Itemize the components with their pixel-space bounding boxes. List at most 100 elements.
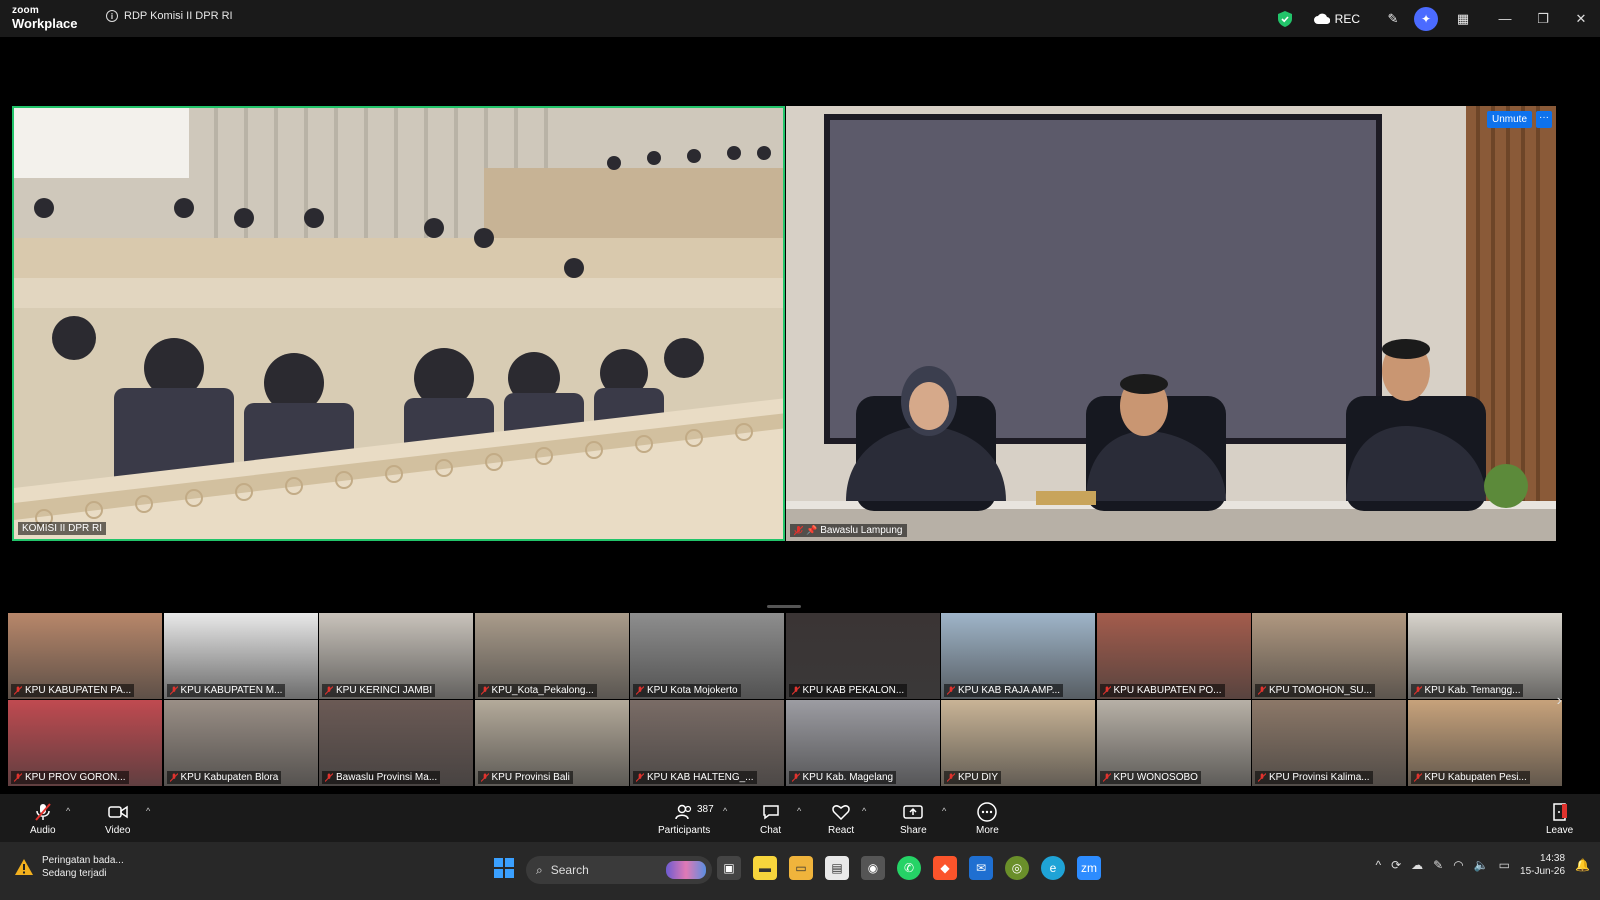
sticky-notes-icon[interactable]: ▬ <box>753 856 777 880</box>
annotate-pencil-icon[interactable]: ✎ <box>1384 10 1402 28</box>
gallery-video-tile[interactable]: KPU_Kota_Pekalong... <box>474 613 629 699</box>
video-tile-bawaslu-lampung[interactable]: Unmute ··· 📌 Bawaslu Lampung <box>786 106 1556 541</box>
app-green-icon[interactable]: ◎ <box>1005 856 1029 880</box>
security-shield-icon[interactable] <box>1277 10 1292 27</box>
ai-companion-icon[interactable]: ✦ <box>1414 6 1438 31</box>
video-tile-komisi-ii[interactable]: KOMISI II DPR RI <box>12 106 785 541</box>
resize-handle[interactable] <box>767 605 801 608</box>
pen-icon[interactable]: ✎ <box>1433 858 1443 872</box>
view-grid-icon[interactable]: ▦ <box>1454 10 1472 28</box>
gallery-next-page-icon[interactable]: › <box>1557 692 1562 710</box>
gallery-video-tile[interactable]: KPU Kab. Temangg... <box>1407 613 1562 699</box>
gallery-video-tile[interactable]: KPU Kota Mojokerto <box>630 613 784 699</box>
participants-options-chevron-icon[interactable]: ^ <box>723 806 727 816</box>
meeting-info[interactable]: i RDP Komisi II DPR RI <box>106 10 233 22</box>
participant-name-label: Bawaslu Provinsi Ma... <box>322 771 441 784</box>
title-bar: zoom Workplace i RDP Komisi II DPR RI RE… <box>0 0 1600 37</box>
windows-start-icon[interactable] <box>492 856 516 880</box>
gallery-video-tile[interactable]: KPU DIY <box>941 700 1095 786</box>
taskbar-search-input[interactable]: ⌕ Search <box>526 856 712 884</box>
mic-muted-icon <box>14 685 22 695</box>
gallery-video-tile[interactable]: KPU KABUPATEN M... <box>163 613 318 699</box>
onedrive-cloud-icon[interactable]: ☁ <box>1411 858 1423 872</box>
gallery-video-tile[interactable]: KPU KAB RAJA AMP... <box>941 613 1095 699</box>
audio-button[interactable]: Audio <box>30 802 56 836</box>
video-feed-conference-room <box>14 108 783 539</box>
share-button[interactable]: Share <box>900 802 927 836</box>
mic-muted-icon <box>636 685 644 695</box>
notifications-bell-icon[interactable]: 🔔 <box>1575 858 1590 872</box>
gallery-video-tile[interactable]: KPU TOMOHON_SU... <box>1252 613 1406 699</box>
zoom-taskbar-icon[interactable]: zm <box>1077 856 1101 880</box>
audio-options-chevron-icon[interactable]: ^ <box>66 806 70 816</box>
gallery-video-tile[interactable]: KPU KERINCI JAMBI <box>319 613 473 699</box>
gallery-video-tile[interactable]: KPU Provinsi Bali <box>474 700 629 786</box>
tile-more-options-button[interactable]: ··· <box>1536 111 1552 128</box>
share-options-chevron-icon[interactable]: ^ <box>942 806 946 816</box>
search-icon: ⌕ <box>536 862 543 877</box>
gallery-video-tile[interactable]: KPU WONOSOBO <box>1096 700 1251 786</box>
chat-options-chevron-icon[interactable]: ^ <box>797 806 801 816</box>
mic-muted-icon <box>14 772 22 782</box>
chat-button[interactable]: Chat <box>760 802 781 836</box>
share-screen-icon <box>903 802 924 822</box>
mic-muted-icon <box>1102 772 1111 782</box>
wifi-icon[interactable]: ◠ <box>1453 858 1463 872</box>
info-icon[interactable]: i <box>106 10 118 22</box>
gallery-video-tile[interactable]: KPU KABUPATEN PA... <box>8 613 162 699</box>
participant-name-label: KPU WONOSOBO <box>1099 771 1201 784</box>
gallery-video-tile[interactable]: Bawaslu Provinsi Ma... <box>319 700 473 786</box>
participant-name-label: KOMISI II DPR RI <box>18 522 107 535</box>
mic-muted-icon <box>35 802 51 822</box>
gallery-video-tile[interactable]: KPU KAB HALTENG_... <box>630 700 784 786</box>
gallery-strip: KPU KABUPATEN PA... KPU KABUPATEN M... KPU… <box>8 613 1562 789</box>
participant-name-label: KPU Kab. Magelang <box>788 771 897 784</box>
tray-expand-chevron-icon[interactable]: ^ <box>1375 858 1381 872</box>
mic-muted-icon <box>947 772 955 782</box>
mic-muted-icon <box>1413 772 1422 782</box>
gallery-video-tile[interactable]: KPU Kab. Magelang <box>785 700 940 786</box>
gallery-video-tile[interactable]: KPU Kabupaten Blora <box>163 700 318 786</box>
cloud-recording-indicator[interactable]: REC <box>1313 12 1360 26</box>
unmute-button[interactable]: Unmute <box>1486 111 1532 128</box>
weather-widget[interactable]: Peringatan bada... Sedang terjadi <box>14 854 124 880</box>
video-feed-bawaslu-room <box>786 106 1556 541</box>
restore-button[interactable]: ❐ <box>1524 0 1562 37</box>
battery-icon[interactable]: ▭ <box>1499 858 1510 872</box>
leave-door-icon <box>1551 802 1569 822</box>
gallery-video-tile[interactable]: KPU Kabupaten Pesi... <box>1407 700 1562 786</box>
video-button[interactable]: Video <box>105 802 130 836</box>
gallery-video-tile[interactable]: KPU Provinsi Kalima... <box>1252 700 1406 786</box>
gallery-video-tile[interactable]: KPU KAB PEKALON... <box>785 613 940 699</box>
close-button[interactable]: ✕ <box>1562 0 1600 37</box>
edge-browser-icon[interactable]: e <box>1041 856 1065 880</box>
more-button[interactable]: More <box>976 802 999 836</box>
outlook-icon[interactable]: ✉ <box>969 856 993 880</box>
mic-muted-icon <box>791 685 800 695</box>
clock[interactable]: 14:38 15-Jun-26 <box>1520 852 1565 878</box>
mic-muted-icon <box>791 772 800 782</box>
task-view-icon[interactable]: ▣ <box>717 856 741 880</box>
minimize-button[interactable]: — <box>1486 0 1524 37</box>
participant-name-label: KPU PROV GORON... <box>11 771 129 784</box>
gallery-video-tile[interactable]: KPU PROV GORON... <box>8 700 162 786</box>
participant-name-label: KPU KABUPATEN M... <box>166 684 286 697</box>
whatsapp-icon[interactable]: ✆ <box>897 856 921 880</box>
microsoft-store-icon[interactable]: ▤ <box>825 856 849 880</box>
brave-browser-icon[interactable]: ◆ <box>933 856 957 880</box>
chrome-dev-icon[interactable]: ◉ <box>861 856 885 880</box>
sync-icon[interactable]: ⟳ <box>1391 858 1401 872</box>
mic-muted-icon <box>1258 685 1266 695</box>
gallery-video-tile[interactable]: KPU KABUPATEN PO... <box>1096 613 1251 699</box>
react-button[interactable]: React <box>828 802 854 836</box>
volume-icon[interactable]: 🔈 <box>1474 858 1489 872</box>
react-options-chevron-icon[interactable]: ^ <box>862 806 866 816</box>
pin-icon: 📌 <box>806 525 818 535</box>
file-explorer-icon[interactable]: ▭ <box>789 856 813 880</box>
leave-button[interactable]: Leave <box>1546 802 1573 836</box>
participant-name-label: KPU Kota Mojokerto <box>633 684 741 697</box>
chat-bubble-icon <box>762 802 780 822</box>
video-options-chevron-icon[interactable]: ^ <box>146 806 150 816</box>
participant-name-label: KPU Kab. Temangg... <box>1410 684 1524 697</box>
mic-muted-icon <box>480 772 489 782</box>
